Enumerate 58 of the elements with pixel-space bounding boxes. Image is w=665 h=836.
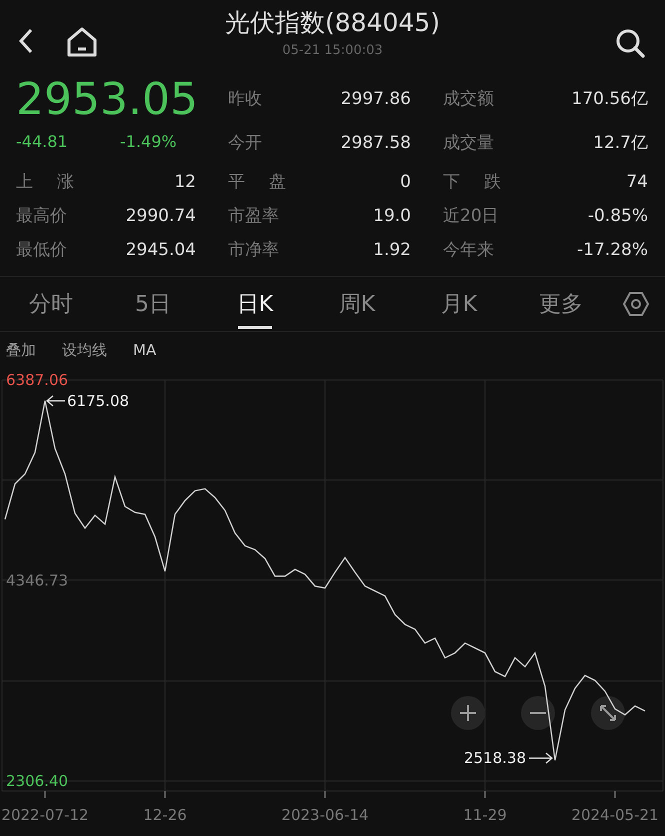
zoom-in-button[interactable] [451,696,485,730]
chart-tab[interactable]: 月K [408,277,510,331]
timestamp: 05-21 15:00:03 [282,42,383,60]
stat-label: 平盘 [228,171,286,194]
price-change: -44.81 [16,131,69,153]
field-label: 成交额 [443,88,494,112]
field-value: 2987.58 [340,132,411,156]
pointer-arrow [528,752,554,764]
percent-change: -1.49% [120,131,177,153]
stat-value: 2990.74 [126,205,196,228]
stat-label: 市净率 [228,239,279,262]
stat-label: 今年来 [443,239,494,262]
settings-icon[interactable] [622,290,650,318]
extreme-label: 2518.38 [464,749,526,768]
axis-label: 2022-07-12 [1,806,89,824]
stat-value: -0.85% [588,205,648,228]
chart-tab[interactable]: 分时 [0,277,102,331]
chart-tab[interactable]: 更多 [510,277,612,331]
expand-button[interactable] [591,696,625,730]
field-label: 今开 [228,132,262,156]
price-value: 2953.05 [16,78,198,122]
page-title: 光伏指数(884045) [225,7,440,35]
field-label: 昨收 [228,88,262,112]
field-value: 12.7亿 [593,132,648,156]
stat-value: -17.28% [577,239,648,262]
stat-value: 2945.04 [126,239,196,262]
search-icon[interactable] [614,27,646,59]
stat-value: 0 [400,171,411,194]
stat-label: 下跌 [443,171,501,194]
stat-value: 12 [174,171,196,194]
field-label: 成交量 [443,132,494,156]
stat-value: 74 [626,171,648,194]
home-icon[interactable] [66,27,98,57]
axis-label: 12-26 [143,806,187,824]
toolbar-option[interactable]: 叠加 [6,338,36,362]
stat-label: 近20日 [443,205,499,228]
chart-tab[interactable]: 周K [306,277,408,331]
axis-label: 2306.40 [6,772,68,790]
chart-tab[interactable]: 日K [204,277,306,331]
axis-label: 4346.73 [6,572,68,590]
extreme-label: 6175.08 [67,392,130,410]
field-value: 170.56亿 [572,88,648,112]
axis-label: 2023-06-14 [281,806,369,824]
stat-label: 市盈率 [228,205,279,228]
chart-tab[interactable]: 5日 [102,277,204,331]
toolbar-option[interactable]: MA [133,338,156,362]
field-value: 2997.86 [340,88,411,112]
stat-label: 最高价 [16,205,67,228]
axis-label: 6387.06 [6,371,68,389]
stat-value: 19.0 [373,205,411,228]
axis-label: 2024-05-21 [571,806,659,824]
pointer-arrow [46,395,66,406]
zoom-out-button[interactable] [521,696,555,730]
toolbar-option[interactable]: 设均线 [62,338,107,362]
axis-label: 11-29 [463,806,507,824]
stat-value: 1.92 [373,239,411,262]
stat-label: 上涨 [16,171,74,194]
stat-label: 最低价 [16,239,67,262]
